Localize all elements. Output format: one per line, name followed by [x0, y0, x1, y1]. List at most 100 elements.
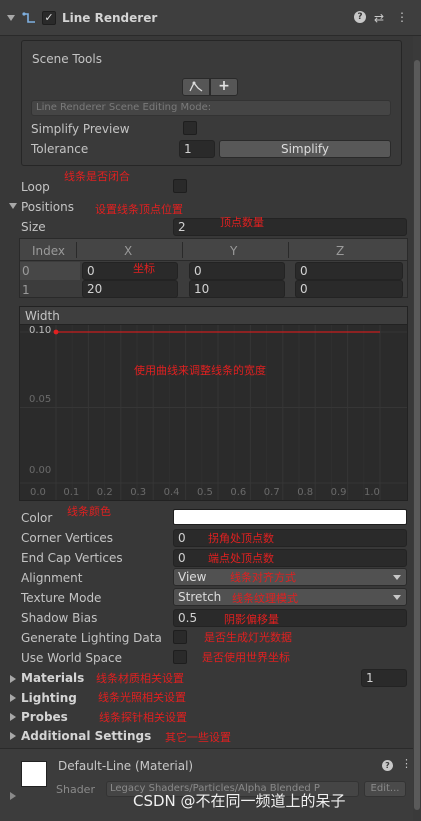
additional-settings-note: 其它一些设置: [165, 731, 231, 744]
lighting-label[interactable]: Lighting: [21, 691, 77, 705]
alignment-value: View: [178, 570, 207, 584]
x-tick: 0.5: [197, 487, 213, 498]
loop-checkbox[interactable]: [173, 179, 187, 193]
color-label: Color: [21, 511, 53, 525]
shader-edit-button[interactable]: Edit...: [364, 781, 406, 797]
additional-expand-icon[interactable]: [10, 732, 16, 740]
row-0-y[interactable]: 0: [189, 262, 285, 280]
width-curve-key[interactable]: [53, 329, 59, 335]
positions-label[interactable]: Positions: [21, 200, 74, 214]
scene-tools-title: Scene Tools: [32, 52, 102, 66]
width-curve-grid: [20, 325, 407, 500]
y-tick-0.00: 0.00: [29, 465, 52, 476]
simplify-button[interactable]: Simplify: [219, 140, 391, 158]
row-0-z[interactable]: 0: [295, 262, 403, 280]
positions-note: 设置线条顶点位置: [95, 203, 183, 216]
use-world-space-checkbox[interactable]: [173, 650, 187, 664]
x-tick: 0.1: [63, 487, 80, 498]
additional-settings-label[interactable]: Additional Settings: [21, 729, 151, 743]
shadow-bias-label: Shadow Bias: [21, 611, 98, 625]
use-world-space-label: Use World Space: [21, 651, 123, 665]
collapse-arrow-icon[interactable]: [7, 15, 15, 21]
watermark: CSDN @不在同一频道上的呆子: [133, 792, 346, 810]
header-z: Z: [336, 244, 345, 258]
width-header: [20, 307, 407, 325]
texture-mode-value: Stretch: [178, 590, 222, 604]
materials-label[interactable]: Materials: [21, 671, 84, 685]
simplify-preview-label: Simplify Preview: [31, 122, 130, 136]
width-label: Width: [25, 309, 60, 323]
corner-vertices-label: Corner Vertices: [21, 531, 114, 545]
texture-mode-note: 线条纹理模式: [232, 592, 298, 605]
scrollbar-thumb[interactable]: [414, 60, 420, 810]
color-swatch[interactable]: [173, 509, 407, 525]
x-tick: 0.9: [330, 487, 347, 498]
width-curve-panel[interactable]: [19, 306, 408, 501]
x-tick: 0.7: [263, 487, 280, 498]
size-note: 顶点数量: [220, 216, 264, 229]
probes-label[interactable]: Probes: [21, 710, 68, 724]
header-index: Index: [32, 244, 66, 258]
loop-label: Loop: [21, 180, 50, 194]
texture-mode-label: Texture Mode: [21, 591, 102, 605]
chevron-down-icon: [393, 595, 401, 600]
material-name: Default-Line (Material): [58, 759, 194, 773]
materials-expand-icon[interactable]: [10, 675, 16, 683]
simplify-preview-checkbox[interactable]: [183, 121, 197, 135]
size-input[interactable]: 2: [173, 218, 407, 236]
loop-note: 线条是否闭合: [64, 170, 130, 183]
more-options-icon[interactable]: ⋮: [396, 10, 408, 24]
row-1-y[interactable]: 10: [189, 280, 285, 298]
edit-points-icon: [189, 81, 203, 92]
size-label: Size: [21, 220, 46, 234]
lighting-note: 线条光照相关设置: [98, 691, 186, 704]
enabled-checkbox[interactable]: ✓: [42, 11, 56, 25]
shadow-bias-input[interactable]: 0.5: [173, 609, 407, 627]
edit-points-button[interactable]: [182, 78, 210, 96]
row-0-x[interactable]: 0: [82, 262, 178, 280]
plus-icon: +: [218, 78, 230, 94]
materials-note: 线条材质相关设置: [96, 672, 184, 685]
x-tick: 0.6: [230, 487, 247, 498]
row-1-index: 1: [22, 283, 30, 297]
row-1-z[interactable]: 0: [295, 280, 403, 298]
positions-expand-icon[interactable]: [9, 203, 17, 209]
scene-editing-mode-field: Line Renderer Scene Editing Mode:: [31, 100, 391, 116]
material-preview-swatch: [21, 761, 47, 787]
x-tick: 0.4: [163, 487, 180, 498]
material-help-icon[interactable]: ?: [382, 760, 393, 771]
shadow-bias-note: 阴影偏移量: [224, 613, 279, 626]
x-tick: 0.0: [30, 487, 46, 498]
generate-lighting-note: 是否生成灯光数据: [204, 631, 292, 644]
probes-expand-icon[interactable]: [10, 713, 16, 721]
lighting-expand-icon[interactable]: [10, 694, 16, 702]
y-tick-0.05: 0.05: [29, 394, 52, 405]
corner-vertices-note: 拐角处顶点数: [208, 532, 274, 545]
alignment-note: 线条对齐方式: [230, 571, 296, 584]
x-tick: 0.2: [96, 487, 113, 498]
x-tick: 0.8: [297, 487, 314, 498]
header-divider: [182, 242, 183, 258]
end-cap-vertices-note: 端点处顶点数: [208, 552, 274, 565]
chevron-down-icon: [393, 575, 401, 580]
generate-lighting-checkbox[interactable]: [173, 630, 187, 644]
component-header: ✓ Line Renderer ? ⇄ ⋮: [0, 0, 421, 36]
materials-count-input[interactable]: 1: [361, 669, 407, 687]
end-cap-vertices-label: End Cap Vertices: [21, 551, 123, 565]
x-tick: 0.3: [130, 487, 147, 498]
material-more-icon[interactable]: ⋮: [401, 757, 412, 770]
probes-note: 线条探针相关设置: [99, 711, 187, 724]
tolerance-input[interactable]: 1: [179, 140, 215, 158]
material-expand-icon[interactable]: [10, 792, 16, 800]
help-icon[interactable]: ?: [354, 11, 366, 23]
alignment-label: Alignment: [21, 571, 83, 585]
x-tick: 1.0: [364, 487, 380, 498]
presets-icon[interactable]: ⇄: [374, 11, 384, 25]
header-x: X: [124, 244, 133, 258]
add-points-button[interactable]: +: [210, 78, 238, 96]
table-header: [20, 239, 407, 261]
row-1-x[interactable]: 20: [82, 280, 178, 298]
color-note: 线条颜色: [67, 505, 111, 518]
use-world-space-note: 是否使用世界坐标: [202, 651, 290, 664]
header-y: Y: [230, 244, 238, 258]
